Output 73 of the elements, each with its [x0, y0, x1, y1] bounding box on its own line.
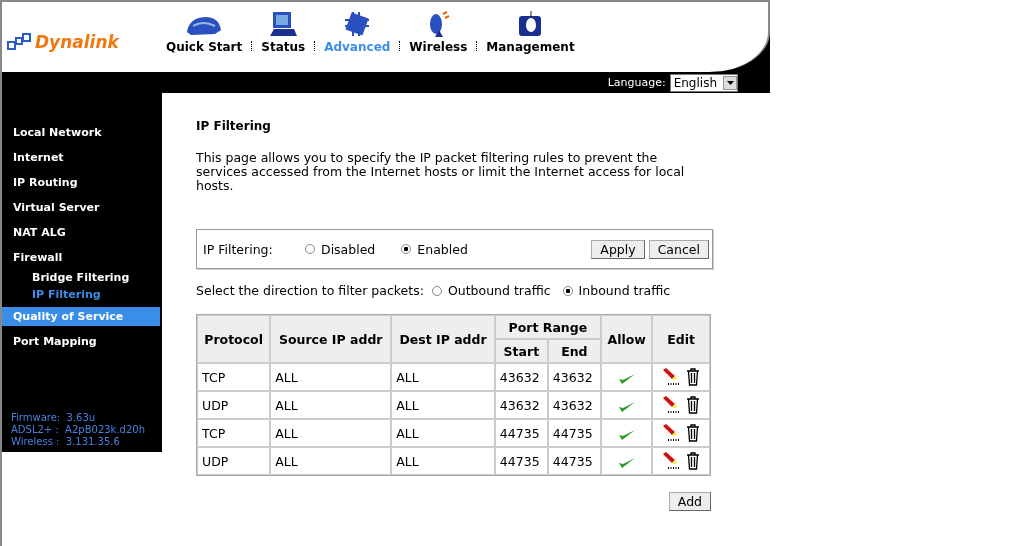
- column-header: Edit: [652, 315, 710, 363]
- table-cell: ALL: [391, 447, 495, 475]
- table-cell: ALL: [270, 391, 392, 419]
- filter-label: IP Filtering:: [203, 241, 274, 257]
- trash-icon[interactable]: [686, 368, 701, 386]
- version-text: ADSL2+ : A2pB023k.d20h: [11, 424, 146, 436]
- radio-label: Disabled: [321, 241, 376, 257]
- trash-icon[interactable]: [686, 396, 701, 414]
- chip-icon[interactable]: [343, 10, 372, 38]
- column-header: End: [547, 339, 601, 363]
- column-header: Allow: [600, 315, 653, 363]
- language-select[interactable]: English: [669, 73, 738, 92]
- table-cell: UDP: [197, 447, 271, 475]
- table-cell: 44735: [494, 447, 548, 475]
- sidebar-item[interactable]: Local Network: [2, 123, 160, 142]
- table-cell: ALL: [270, 447, 392, 475]
- nav-tab[interactable]: Status: [261, 40, 306, 54]
- radio-button[interactable]: [431, 285, 442, 296]
- table-cell: ALL: [391, 419, 495, 447]
- nav-tab[interactable]: Quick Start: [166, 40, 243, 54]
- radio-label: Enabled: [417, 241, 468, 257]
- page-title: IP Filtering: [196, 119, 272, 133]
- sidebar-item[interactable]: Firewall: [2, 248, 160, 267]
- pencil-icon[interactable]: [662, 396, 681, 414]
- table-cell: 43632: [547, 363, 601, 391]
- sidebar-item[interactable]: Port Mapping: [2, 332, 160, 351]
- pencil-icon[interactable]: [662, 424, 681, 442]
- nav-tab[interactable]: Management: [486, 40, 575, 54]
- logo-text: Dynalink: [35, 32, 119, 52]
- caret-icon: [726, 80, 734, 85]
- column-header: Protocol: [197, 315, 271, 363]
- column-header: Port Range: [494, 315, 601, 339]
- table-cell: 44735: [547, 419, 601, 447]
- version-text: Wireless : 3.131.35.6: [11, 436, 121, 448]
- version-text: Firmware: 3.63u: [11, 412, 97, 424]
- trash-icon[interactable]: [686, 452, 701, 470]
- direction-label: Select the direction to filter packets:: [196, 283, 424, 298]
- pencil-icon[interactable]: [662, 452, 681, 470]
- radio-button[interactable]: [305, 244, 315, 254]
- table-cell: TCP: [197, 419, 271, 447]
- sidebar-item[interactable]: NAT ALG: [2, 223, 160, 242]
- form-button[interactable]: Apply: [591, 239, 645, 259]
- table-cell: UDP: [197, 391, 271, 419]
- column-header: Source IP addr: [270, 315, 392, 363]
- table-cell: 43632: [494, 391, 548, 419]
- table-cell: TCP: [197, 363, 271, 391]
- table-cell: ALL: [391, 363, 495, 391]
- logo-icon: [7, 33, 31, 51]
- sidebar-item[interactable]: Internet: [2, 148, 160, 167]
- table-cell: ALL: [391, 391, 495, 419]
- table-cell: 44735: [494, 419, 548, 447]
- radio-label: Inbound traffic: [578, 283, 671, 298]
- add-button[interactable]: Add: [668, 492, 711, 511]
- form-button[interactable]: Cancel: [648, 239, 709, 259]
- nav-tab[interactable]: Wireless: [409, 40, 468, 54]
- radio-button[interactable]: [562, 285, 573, 296]
- radio-button[interactable]: [401, 244, 412, 254]
- table-cell: ALL: [270, 363, 392, 391]
- pencil-icon[interactable]: [662, 368, 681, 386]
- language-label: Language:: [607, 76, 666, 89]
- table-cell: 43632: [494, 363, 548, 391]
- sidebar-item[interactable]: Virtual Server: [2, 198, 160, 217]
- laptop-icon[interactable]: [268, 10, 299, 38]
- table-cell: 43632: [547, 391, 601, 419]
- table-cell: 44735: [547, 447, 601, 475]
- sidebar-item[interactable]: IP Routing: [2, 173, 160, 192]
- radio-label: Outbound traffic: [447, 283, 551, 298]
- trash-icon[interactable]: [686, 424, 701, 442]
- column-header: Dest IP addr: [391, 315, 495, 363]
- page-description: This page allows you to specify the IP packet filtering rules to prevent the services accessed from the Internet hosts or limit the Internet access for local hosts.: [196, 151, 686, 193]
- column-header: Start: [494, 339, 548, 363]
- table-cell: ALL: [270, 419, 392, 447]
- mouse-icon[interactable]: [517, 10, 544, 38]
